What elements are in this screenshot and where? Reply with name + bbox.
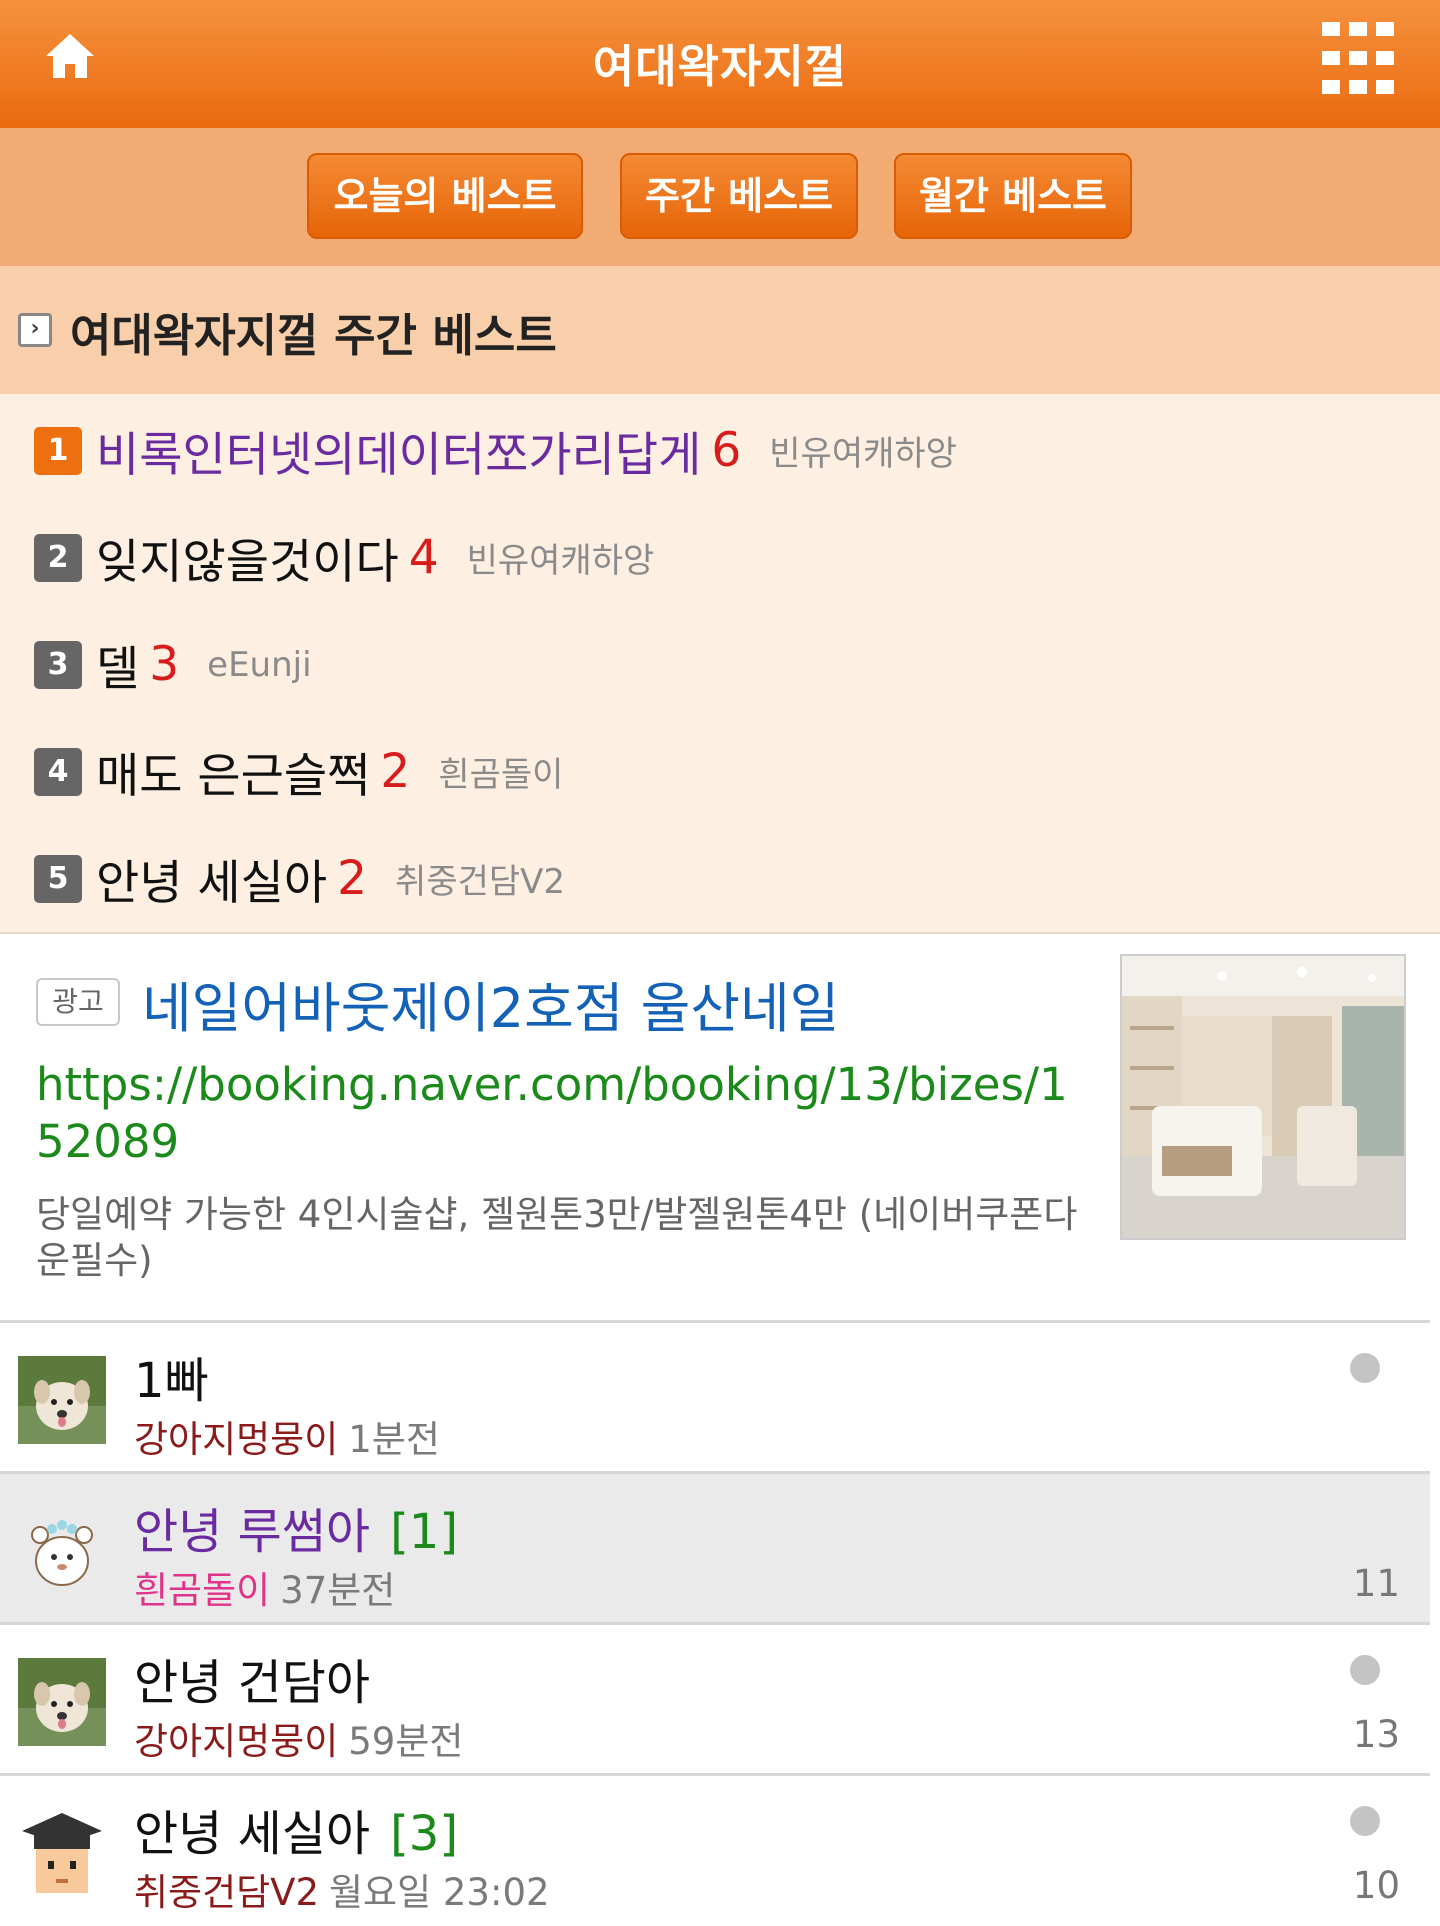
app-title[interactable]: 여대왁자지껄 (0, 30, 1440, 95)
post-meta: 강아지멍뭉이 59분전 (134, 1711, 463, 1765)
comment-count: 3 (149, 637, 180, 692)
best-item[interactable]: 4 매도 은근슬쩍 2 흰곰돌이 (34, 737, 563, 817)
rank-badge: 4 (34, 747, 82, 796)
post-time: 37분전 (280, 1569, 396, 1612)
grid-menu-icon[interactable] (1322, 22, 1394, 94)
best-title[interactable]: 매도 은근슬쩍 (96, 749, 370, 804)
best-title[interactable]: 델 (96, 642, 139, 697)
graduate-avatar (18, 1809, 106, 1897)
best-item[interactable]: 3 델 3 eEunji (34, 630, 312, 710)
top-bar: 여대왁자지껄 (0, 0, 1440, 128)
post-time: 1분전 (348, 1418, 440, 1461)
tab-weekly-best[interactable]: 주간 베스트 (620, 153, 858, 239)
rank-badge: 2 (34, 533, 82, 582)
post-title-text[interactable]: 1빠 (134, 1353, 209, 1409)
best-author: eEunji (207, 644, 312, 685)
new-indicator-dot (1350, 1655, 1380, 1685)
post-title[interactable]: 1빠 (134, 1341, 229, 1411)
chevron-right-icon: › (18, 313, 52, 347)
post-time: 월요일 23:02 (329, 1871, 550, 1914)
ad-badge: 광고 (36, 978, 120, 1026)
best-item[interactable]: 5 안녕 세실아 2 취중건담V2 (34, 844, 565, 924)
best-item[interactable]: 1 비록인터넷의데이터쪼가리답게 6 빈유여캐하앙 (34, 416, 957, 496)
section-title: 여대왁자지껄 주간 베스트 (70, 309, 557, 362)
post-row[interactable]: 1빠 강아지멍뭉이 1분전 (0, 1320, 1430, 1473)
post-row[interactable]: 안녕 루썸아 [1] 흰곰돌이 37분전 11 (0, 1471, 1430, 1624)
new-indicator-dot (1350, 1353, 1380, 1383)
ad-block[interactable]: 광고 네일어바웃제이2호점 울산네일 https://booking.naver… (0, 934, 1440, 1320)
post-title-text[interactable]: 안녕 건담아 (134, 1655, 370, 1711)
post-author[interactable]: 강아지멍뭉이 (134, 1418, 338, 1461)
best-tabs: 오늘의 베스트 주간 베스트 월간 베스트 (0, 128, 1440, 266)
post-meta: 흰곰돌이 37분전 (134, 1560, 395, 1614)
new-indicator-dot (1350, 1806, 1380, 1836)
post-title-text[interactable]: 안녕 루썸아 (134, 1504, 370, 1560)
post-author[interactable]: 강아지멍뭉이 (134, 1720, 338, 1763)
ad-title[interactable]: 네일어바웃제이2호점 울산네일 (142, 964, 839, 1043)
rank-badge: 1 (34, 426, 82, 475)
puppy-avatar (18, 1658, 106, 1746)
post-meta: 취중건담V2 월요일 23:02 (134, 1862, 550, 1916)
best-author: 빈유여캐하앙 (769, 434, 957, 474)
post-meta: 강아지멍뭉이 1분전 (134, 1409, 440, 1463)
view-count: 11 (1352, 1562, 1400, 1605)
tab-monthly-best[interactable]: 월간 베스트 (894, 153, 1132, 239)
rank-badge: 3 (34, 640, 82, 689)
ad-salon-image[interactable] (1120, 954, 1406, 1240)
ad-url[interactable]: https://booking.naver.com/booking/13/biz… (36, 1056, 1096, 1170)
best-author: 취중건담V2 (395, 862, 566, 902)
best-author: 빈유여캐하앙 (466, 541, 655, 581)
post-title[interactable]: 안녕 건담아 (134, 1643, 390, 1713)
post-row[interactable]: 안녕 건담아 강아지멍뭉이 59분전 13 (0, 1622, 1430, 1775)
best-author: 흰곰돌이 (438, 755, 564, 795)
post-title[interactable]: 안녕 루썸아 [1] (134, 1492, 458, 1562)
view-count: 13 (1352, 1713, 1400, 1756)
puppy-avatar (18, 1356, 106, 1444)
comment-count: 2 (380, 744, 411, 799)
best-title[interactable]: 안녕 세실아 (96, 856, 327, 911)
section-header: › 여대왁자지껄 주간 베스트 (0, 266, 1440, 394)
post-time: 59분전 (348, 1720, 464, 1763)
ad-description: 당일예약 가능한 4인시술샵, 젤원톤3만/발젤원톤4만 (네이버쿠폰다운필수) (36, 1193, 1078, 1282)
post-author[interactable]: 취중건담V2 (134, 1871, 319, 1914)
post-title[interactable]: 안녕 세실아 [3] (134, 1794, 458, 1864)
bear-avatar (18, 1507, 106, 1595)
comment-count: 4 (408, 530, 439, 585)
best-item[interactable]: 2 잊지않을것이다 4 빈유여캐하앙 (34, 523, 654, 603)
tab-today-best[interactable]: 오늘의 베스트 (307, 153, 583, 239)
comment-count: 2 (337, 851, 368, 906)
rank-badge: 5 (34, 854, 82, 903)
comment-count: 6 (711, 423, 742, 478)
comment-count: [3] (390, 1806, 459, 1862)
post-author[interactable]: 흰곰돌이 (134, 1569, 270, 1612)
best-title[interactable]: 비록인터넷의데이터쪼가리답게 (96, 428, 701, 483)
post-title-text[interactable]: 안녕 세실아 (134, 1806, 370, 1862)
view-count: 10 (1352, 1864, 1400, 1907)
weekly-best-list: 1 비록인터넷의데이터쪼가리답게 6 빈유여캐하앙 2 잊지않을것이다 4 빈유여캐하앙 3… (0, 394, 1440, 934)
best-title[interactable]: 잊지않을것이다 (96, 535, 399, 590)
post-row[interactable]: 안녕 세실아 [3] 취중건담V2 월요일 23:02 10 (0, 1773, 1430, 1926)
comment-count: [1] (390, 1504, 459, 1560)
